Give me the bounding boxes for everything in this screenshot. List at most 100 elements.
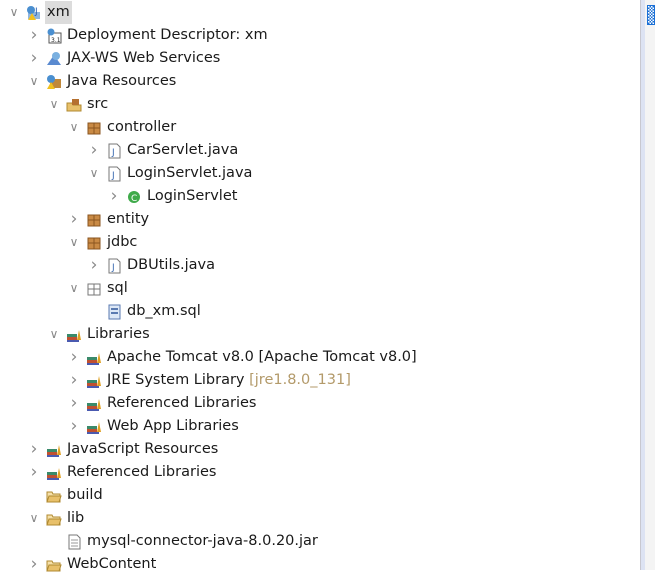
tree-item[interactable]: ∨ Jxm (0, 1, 640, 24)
chevron-down-icon[interactable]: ∨ (49, 323, 59, 346)
tree-item[interactable]: ∨ sql (0, 277, 640, 300)
chevron-down-icon[interactable]: ∨ (49, 93, 59, 116)
chevron-right-icon[interactable]: › (89, 254, 99, 277)
tree-item[interactable]: › Apache Tomcat v8.0 [Apache Tomcat v8.0] (0, 346, 640, 369)
chevron-right-icon[interactable]: › (69, 415, 79, 438)
tree-item-label: Deployment Descriptor: xm (65, 24, 270, 47)
tree-item-text: JRE System Library (107, 372, 245, 388)
tree-item-text: entity (107, 211, 150, 227)
chevron-right-icon[interactable]: › (29, 553, 39, 576)
chevron-right-icon[interactable]: › (29, 461, 39, 484)
library-icon (86, 350, 102, 366)
tree-item-label: WebContent (65, 553, 158, 576)
tree-item-text: Apache Tomcat v8.0 [Apache Tomcat v8.0] (107, 349, 417, 365)
chevron-down-icon[interactable]: ∨ (29, 70, 39, 93)
source-folder-icon (66, 97, 82, 113)
tree-item-text: lib (67, 510, 85, 526)
chevron-down-icon[interactable]: ∨ (89, 162, 99, 185)
tree-item[interactable]: ∨ controller (0, 116, 640, 139)
tree-item[interactable]: › JavaScript Resources (0, 438, 640, 461)
chevron-right-icon[interactable]: › (29, 438, 39, 461)
folder-icon (46, 488, 62, 504)
web-services-icon (46, 51, 62, 67)
tree-item[interactable]: mysql-connector-java-8.0.20.jar (0, 530, 640, 553)
tree-item-text: controller (107, 119, 177, 135)
library-icon (86, 396, 102, 412)
chevron-down-icon[interactable]: ∨ (9, 1, 19, 24)
library-icon (86, 373, 102, 389)
java-file-icon: J (106, 258, 122, 274)
chevron-down-icon[interactable]: ∨ (69, 231, 79, 254)
java-file-icon: J (106, 166, 122, 182)
library-icon (66, 327, 82, 343)
tree-item[interactable]: ∨ Java Resources (0, 70, 640, 93)
tree-item[interactable]: › 3.1 Deployment Descriptor: xm (0, 24, 640, 47)
tree-item-label: src (85, 93, 110, 116)
chevron-right-icon[interactable]: › (69, 346, 79, 369)
tree-item-label: Libraries (85, 323, 152, 346)
library-icon (86, 419, 102, 435)
java-file-icon: J (106, 143, 122, 159)
tree-item-text: JAX-WS Web Services (67, 50, 221, 66)
chevron-right-icon[interactable]: › (89, 139, 99, 162)
tree-item-text: xm (47, 4, 70, 20)
tree-item-text: sql (107, 280, 128, 296)
svg-text:J: J (111, 148, 115, 158)
empty-package-icon (86, 281, 102, 297)
tree-item-label: build (65, 484, 105, 507)
tree-item-label: Java Resources (65, 70, 178, 93)
class-icon: C (126, 189, 142, 205)
tree-item-text: LoginServlet.java (127, 165, 253, 181)
chevron-down-icon[interactable]: ∨ (69, 277, 79, 300)
tree-item[interactable]: › entity (0, 208, 640, 231)
svg-text:3.1: 3.1 (51, 37, 61, 44)
library-icon (46, 465, 62, 481)
library-icon (46, 442, 62, 458)
package-icon (86, 120, 102, 136)
tree-item-text: Libraries (87, 326, 150, 342)
tree-item-text: LoginServlet (147, 188, 238, 204)
tree-item[interactable]: ∨ lib (0, 507, 640, 530)
tree-item-label: entity (105, 208, 151, 231)
tree-item[interactable]: ∨ jdbc (0, 231, 640, 254)
chevron-down-icon[interactable]: ∨ (69, 116, 79, 139)
chevron-right-icon[interactable]: › (109, 185, 119, 208)
chevron-right-icon[interactable]: › (69, 392, 79, 415)
deployment-descriptor-icon: 3.1 (46, 28, 62, 44)
tree-item[interactable]: › JAX-WS Web Services (0, 47, 640, 70)
tree-item[interactable]: › J DBUtils.java (0, 254, 640, 277)
tree-item[interactable]: › Web App Libraries (0, 415, 640, 438)
tree-item[interactable]: › WebContent (0, 553, 640, 576)
overview-marker[interactable] (647, 5, 655, 25)
tree-item-text: src (87, 96, 109, 112)
tree-item[interactable]: › Referenced Libraries (0, 392, 640, 415)
tree-item[interactable]: › JRE System Library [jre1.8.0_131] (0, 369, 640, 392)
tree-item[interactable]: › Referenced Libraries (0, 461, 640, 484)
chevron-right-icon[interactable]: › (29, 47, 39, 70)
tree-item-text: JavaScript Resources (67, 441, 219, 457)
web-project-icon: J (26, 5, 42, 21)
tree-item[interactable]: build (0, 484, 640, 507)
svg-text:C: C (131, 194, 137, 204)
tree-item-text: build (67, 487, 103, 503)
package-icon (86, 212, 102, 228)
tree-item-text: Deployment Descriptor: xm (67, 27, 268, 43)
tree-item-text: mysql-connector-java-8.0.20.jar (87, 533, 318, 549)
tree-item[interactable]: › C LoginServlet (0, 185, 640, 208)
tree-item[interactable]: › J CarServlet.java (0, 139, 640, 162)
tree-item[interactable]: db_xm.sql (0, 300, 640, 323)
chevron-down-icon[interactable]: ∨ (29, 507, 39, 530)
svg-text:J: J (111, 171, 115, 181)
chevron-right-icon[interactable]: › (69, 208, 79, 231)
tree-item-label: sql (105, 277, 130, 300)
tree-item-label: JRE System Library [jre1.8.0_131] (105, 369, 353, 392)
tree-item-text: Web App Libraries (107, 418, 239, 434)
tree-item[interactable]: ∨ Libraries (0, 323, 640, 346)
chevron-right-icon[interactable]: › (69, 369, 79, 392)
tree-item[interactable]: ∨ J LoginServlet.java (0, 162, 640, 185)
chevron-right-icon[interactable]: › (29, 24, 39, 47)
tree-item-text: Referenced Libraries (107, 395, 257, 411)
tree-item-label: Referenced Libraries (105, 392, 258, 415)
sql-file-icon (106, 304, 122, 320)
tree-item[interactable]: ∨ src (0, 93, 640, 116)
